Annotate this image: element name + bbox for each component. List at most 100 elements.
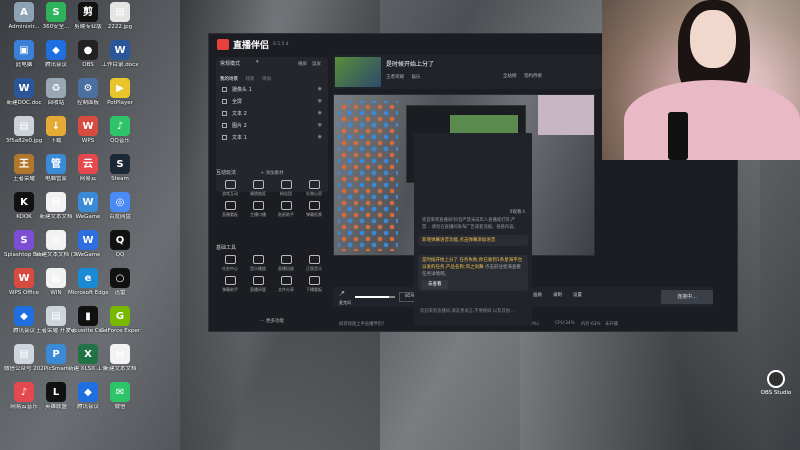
desktop-icon[interactable]: W 工作目录.docx (100, 40, 140, 69)
cpu: CPU:34% (555, 321, 575, 326)
connect-button[interactable]: 连接中... (661, 290, 713, 304)
desktop-icon-label: QQ (115, 252, 125, 258)
tag-game[interactable]: 王者荣耀 (386, 75, 404, 80)
app-icon: A (14, 2, 34, 22)
tool-button[interactable]: 音乐播放 (244, 255, 272, 272)
source-icon (222, 99, 227, 104)
app-icon: ● (78, 40, 98, 60)
mode-portrait[interactable]: 竖屏 (312, 61, 321, 67)
tool-icon (308, 201, 320, 210)
tool-button[interactable]: 主播口播 (244, 201, 272, 218)
tool-icon (280, 276, 292, 285)
tab-my-scenes[interactable]: 我的场景 (220, 77, 238, 82)
source-icon (222, 135, 227, 140)
scene-item[interactable]: 摄像头 1 ◉ (216, 84, 328, 96)
mic-slider[interactable] (355, 296, 395, 298)
tool-button[interactable]: 弹幕助手 (216, 276, 244, 293)
tool-button[interactable]: 下播看板 (300, 276, 328, 293)
record-button[interactable]: 录制 (553, 292, 562, 298)
app-icon: ▤ (14, 344, 34, 364)
app-title: 直播伴侣 (233, 41, 270, 51)
tool-label: 贴纸助手 (278, 212, 294, 217)
tool-button[interactable]: 直播看板 (216, 201, 244, 218)
app-icon: 王 (14, 154, 34, 174)
tool-icon (308, 180, 320, 189)
eye-icon[interactable]: ◉ (318, 110, 322, 116)
app-icon: ▤ (46, 306, 66, 326)
tool-label: 正版音乐 (306, 266, 322, 271)
tool-button[interactable]: 游戏互动 (216, 180, 244, 197)
desktop-icon[interactable]: G GeForce Experience (100, 306, 140, 335)
scene-list: 摄像头 1 ◉ 全屏 ◉ 文本 2 ◉ 图片 2 ◉ 文本 1 ◉ (216, 84, 328, 166)
tool-button[interactable]: 弹幕投票 (300, 201, 328, 218)
tool-label: 主播口播 (250, 212, 266, 217)
tool-button[interactable]: 正版音乐 (300, 255, 328, 272)
desktop-icon[interactable]: S Steam (100, 154, 140, 183)
eye-icon[interactable]: ◉ (318, 98, 322, 104)
basic-tools-section: 基础工具 任务中心 音乐播放 直播回放 正版音乐 弹幕助手 直播间管 文件分享 … (216, 244, 328, 293)
settings-button[interactable]: 设置 (573, 292, 582, 298)
viewer-count: 0观看人 (509, 210, 526, 215)
scene-item[interactable]: 文本 1 ◉ (216, 132, 328, 144)
tool-button[interactable]: 粉丝团 (272, 180, 300, 197)
tool-button[interactable]: 直播间管 (244, 276, 272, 293)
chat-message: 是时候开始上分了 任务失败,你已收到1条星海平台派发的任务,产品名称:风之剑舞 … (418, 255, 528, 291)
help-link[interactable]: 如何快速上手直播伴侣? (339, 321, 384, 327)
desktop-icon[interactable]: ○ 迅雷 (100, 268, 140, 297)
stat-rank-month[interactable]: 签约月榜 (524, 74, 542, 79)
tool-icon (280, 201, 292, 210)
desktop-icon[interactable]: Q QQ (100, 230, 140, 259)
mic-icon[interactable]: 🎤 (339, 292, 345, 297)
obs-studio-icon[interactable]: OBS Studio (756, 370, 796, 396)
tool-button[interactable]: 福袋抽奖 (244, 180, 272, 197)
tab-add[interactable]: 添加 (262, 77, 271, 82)
view-task-button[interactable]: 去查看 (422, 280, 448, 289)
tool-button[interactable]: 直播回放 (272, 255, 300, 272)
tool-label: 任务中心 (222, 266, 238, 271)
tab-scenes[interactable]: 场景 (245, 77, 254, 82)
quality-button[interactable]: 画质 (533, 292, 542, 298)
scene-label: 图片 2 (232, 123, 247, 129)
stream-title[interactable]: 是时候开始上分了 (386, 59, 434, 68)
desktop-icon[interactable]: ♪ QQ音乐 (100, 116, 140, 145)
tool-button[interactable]: 贴纸助手 (272, 201, 300, 218)
tool-label: 直播回放 (278, 266, 294, 271)
app-logo-icon (217, 39, 229, 50)
desktop-icon[interactable]: ▶ PotPlayer (100, 78, 140, 107)
scene-item[interactable]: 全屏 ◉ (216, 96, 328, 108)
webcam-face (690, 10, 736, 68)
stream-cover[interactable] (335, 57, 381, 87)
tool-label: 粉丝团 (280, 191, 292, 196)
tool-button[interactable]: 礼物心愿 (300, 180, 328, 197)
eye-icon[interactable]: ◉ (318, 86, 322, 92)
mode-selector[interactable]: 常规模式 ▾ 横屏 竖屏 (216, 57, 328, 71)
tool-icon (224, 255, 236, 264)
app-icon: ⚙ (78, 78, 98, 98)
desktop-icon[interactable]: ◎ 百度网盘 (100, 192, 140, 221)
tool-label: 下播看板 (306, 287, 322, 292)
desktop-icon[interactable]: ▤ 新建文本文档 (100, 344, 140, 373)
eye-icon[interactable]: ◉ (318, 122, 322, 128)
stat-rank-all[interactable]: 全站榜 (503, 74, 517, 79)
tool-button[interactable]: 文件分享 (272, 276, 300, 293)
tool-label: 直播间管 (250, 287, 266, 292)
tool-icon (224, 180, 236, 189)
mode-landscape[interactable]: 横屏 (298, 61, 307, 67)
app-icon: L (46, 382, 66, 402)
more-features-button[interactable]: ··· 更多功能 (216, 318, 328, 324)
scene-item[interactable]: 文本 2 ◉ (216, 108, 328, 120)
eye-icon[interactable]: ◉ (318, 134, 322, 140)
desktop-icon-label: 迅雷 (114, 290, 126, 296)
scene-label: 文本 1 (232, 135, 247, 141)
desktop-icon-label: 2222.jpg (107, 24, 133, 30)
chat-hint: 欢迎来到直播间!抖音严禁未成年人直播或打赏,严禁... 请勿在直播间发布广告或者… (422, 218, 518, 230)
chat-message-text: 新增弹幕语音功能,点击弹幕添加语音 (422, 238, 496, 243)
scene-item[interactable]: 图片 2 ◉ (216, 120, 328, 132)
tool-button[interactable]: 任务中心 (216, 255, 244, 272)
desktop-icon[interactable]: ✉ 微信 (100, 382, 140, 411)
tag-category[interactable]: 娱乐 (411, 75, 420, 80)
chat-input[interactable]: 欢迎来到直播间,请友善发言,不要刷屏 以及其他... (420, 308, 530, 315)
desktop-icon[interactable]: ▤ 2222.jpg (100, 2, 140, 31)
app-icon: 云 (78, 154, 98, 174)
desktop-icon-label: PotPlayer (107, 100, 133, 106)
